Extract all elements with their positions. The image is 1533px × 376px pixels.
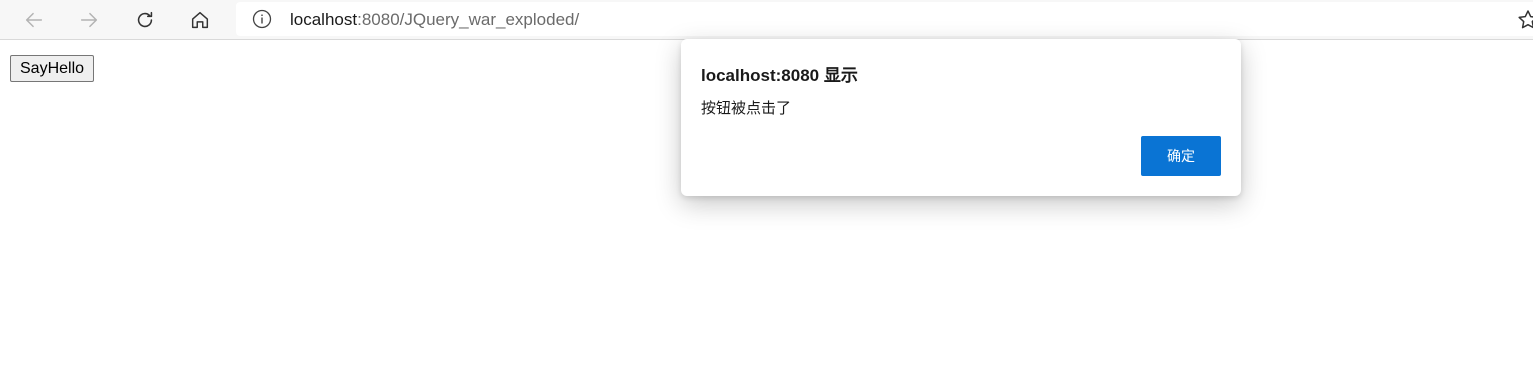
- ok-button[interactable]: 确定: [1141, 136, 1221, 176]
- star-add-icon[interactable]: [1516, 8, 1533, 32]
- url-text[interactable]: localhost:8080/JQuery_war_exploded/: [290, 10, 579, 30]
- url-path: :8080/JQuery_war_exploded/: [357, 10, 580, 29]
- info-icon[interactable]: [252, 9, 272, 29]
- alert-dialog: localhost:8080 显示 按钮被点击了 确定: [681, 39, 1241, 196]
- home-icon: [191, 11, 209, 29]
- dialog-message: 按钮被点击了: [701, 100, 792, 117]
- url-host: localhost: [290, 10, 358, 29]
- arrow-right-icon: [80, 12, 98, 28]
- address-bar[interactable]: localhost:8080/JQuery_war_exploded/: [236, 2, 1533, 36]
- say-hello-button[interactable]: SayHello: [10, 55, 95, 82]
- dialog-title: localhost:8080 显示: [701, 66, 858, 85]
- refresh-icon: [137, 11, 153, 28]
- back-button[interactable]: [18, 4, 50, 36]
- arrow-left-icon: [25, 12, 43, 28]
- home-button[interactable]: [184, 4, 216, 36]
- forward-button[interactable]: [73, 4, 105, 36]
- reload-button[interactable]: [129, 4, 161, 36]
- browser-toolbar: localhost:8080/JQuery_war_exploded/: [0, 0, 1533, 40]
